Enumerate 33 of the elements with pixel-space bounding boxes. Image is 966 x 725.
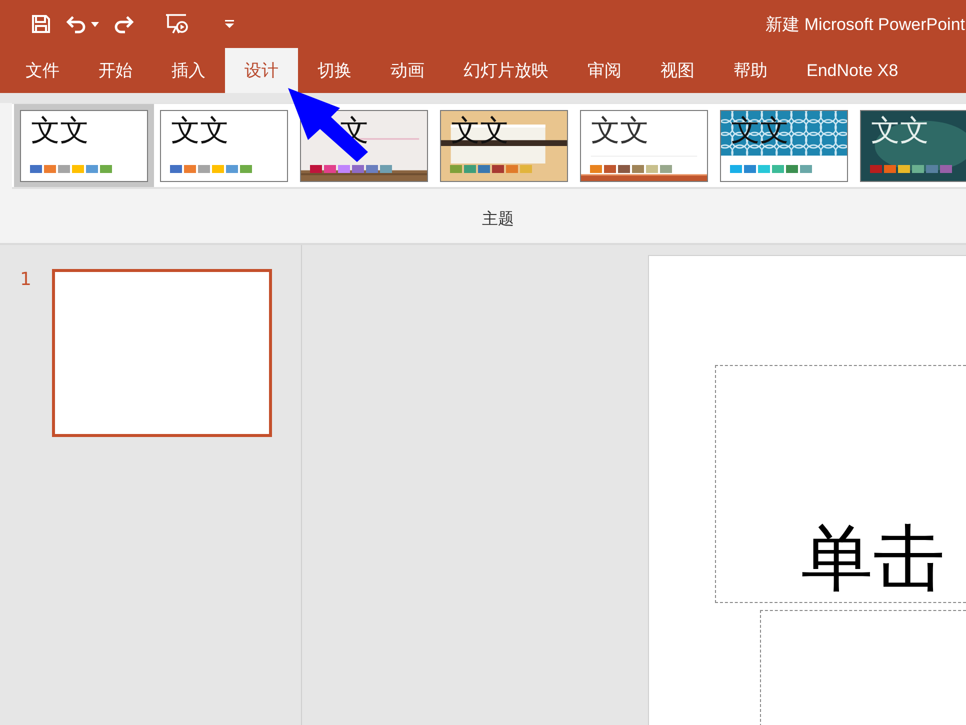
ribbon-tab[interactable]: 视图 bbox=[641, 48, 714, 93]
slide-number: 1 bbox=[20, 269, 32, 290]
ribbon-tab[interactable]: 切换 bbox=[298, 48, 371, 93]
ribbon-tab[interactable]: 幻灯片放映 bbox=[444, 48, 568, 93]
save-icon[interactable] bbox=[31, 14, 51, 34]
title-placeholder[interactable]: 单击 bbox=[715, 365, 966, 603]
redo-icon[interactable] bbox=[113, 14, 135, 34]
theme-sample-text: 文文 bbox=[30, 115, 89, 147]
ribbon-tab[interactable]: 插入 bbox=[152, 48, 225, 93]
theme-sample-text: 文文 bbox=[870, 115, 929, 147]
theme-sample-text: 文文 bbox=[590, 115, 649, 147]
theme-sample-text: 文文 bbox=[170, 115, 229, 147]
ribbon-tab[interactable]: 开始 bbox=[79, 48, 152, 93]
ribbon-tab[interactable]: 设计 bbox=[225, 48, 298, 93]
theme-thumbnail[interactable]: 文文 bbox=[160, 110, 288, 182]
customize-icon[interactable] bbox=[225, 20, 234, 28]
ribbon-tab[interactable]: 文件 bbox=[6, 48, 79, 93]
theme-thumbnail[interactable]: 文文 bbox=[860, 110, 966, 182]
group-label: 主题 bbox=[482, 209, 514, 228]
title-text: 单击 bbox=[801, 518, 945, 598]
theme-sample-text: 文文 bbox=[450, 115, 509, 147]
ribbon-tab[interactable]: 帮助 bbox=[714, 48, 787, 93]
ribbon-tab[interactable]: EndNote X8 bbox=[787, 48, 918, 93]
undo-icon[interactable] bbox=[65, 14, 87, 34]
theme-thumbnail[interactable]: 文文 bbox=[580, 110, 708, 182]
slide-thumbnail[interactable] bbox=[52, 269, 272, 437]
caret-icon[interactable] bbox=[91, 22, 99, 26]
theme-thumbnail[interactable]: 文文 bbox=[440, 110, 568, 182]
window-title: 新建 Microsoft PowerPoint bbox=[766, 14, 966, 36]
slideshow-icon[interactable] bbox=[165, 13, 189, 35]
ribbon-tab[interactable]: 审阅 bbox=[568, 48, 641, 93]
theme-thumbnail[interactable]: 文文 bbox=[20, 110, 148, 182]
ribbon-tab[interactable]: 动画 bbox=[371, 48, 444, 93]
